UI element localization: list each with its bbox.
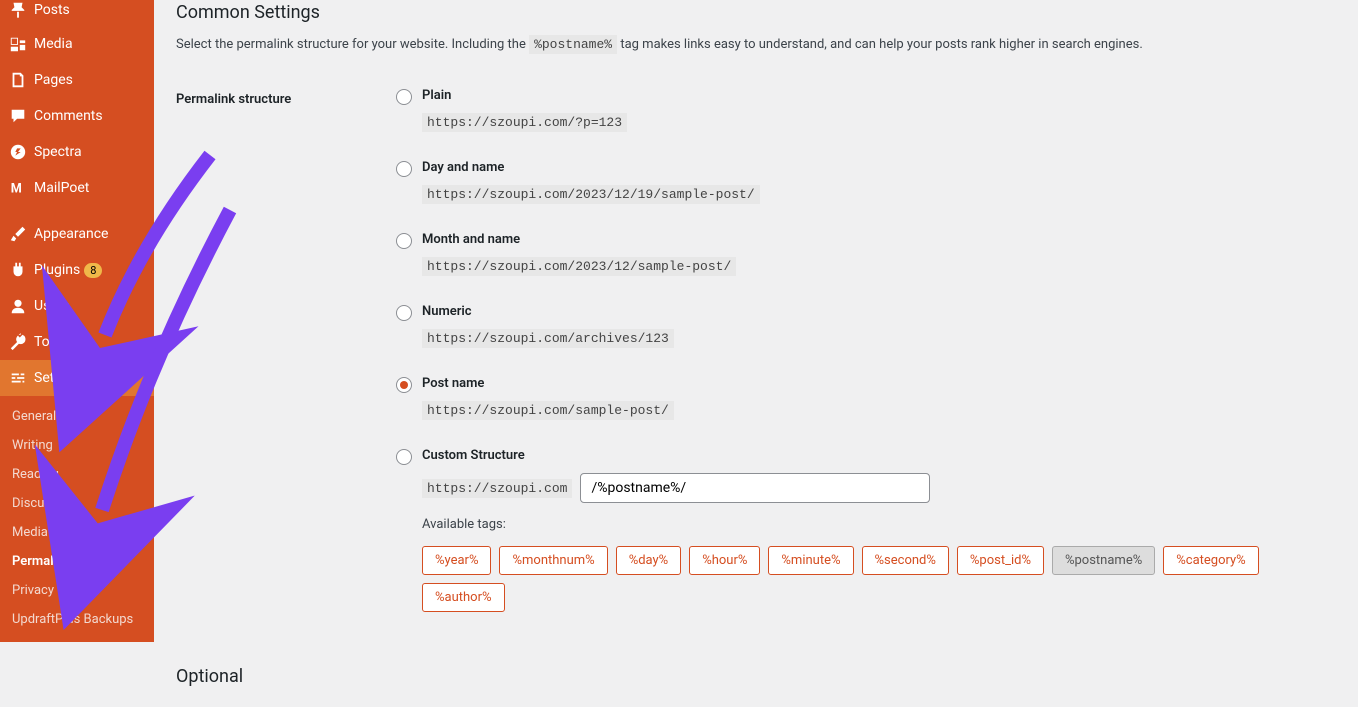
available-tags: %year% %monthnum% %day% %hour% %minute% … xyxy=(422,546,1338,612)
option-example: https://szoupi.com/archives/123 xyxy=(422,329,674,348)
wrench-icon xyxy=(8,332,28,352)
option-day-name[interactable]: Day and name https://szoupi.com/2023/12/… xyxy=(396,160,1338,204)
option-example: https://szoupi.com/2023/12/sample-post/ xyxy=(422,257,736,276)
menu-label: MailPoet xyxy=(34,180,89,196)
radio-post-name[interactable] xyxy=(396,377,412,393)
radio-plain[interactable] xyxy=(396,89,412,105)
option-example: https://szoupi.com/2023/12/19/sample-pos… xyxy=(422,185,760,204)
main-content: Common Settings Select the permalink str… xyxy=(176,0,1358,707)
sidebar-item-posts[interactable]: Posts xyxy=(0,0,154,26)
user-icon xyxy=(8,296,28,316)
menu-label: Spectra xyxy=(34,144,82,160)
option-title: Numeric xyxy=(422,304,1338,319)
sidebar-item-users[interactable]: Users xyxy=(0,288,154,324)
postname-tag: %postname% xyxy=(529,35,617,54)
settings-description: Select the permalink structure for your … xyxy=(176,37,1338,52)
tag-author[interactable]: %author% xyxy=(422,583,505,612)
custom-structure-input[interactable] xyxy=(580,473,930,503)
admin-sidebar: Posts Media Pages Comments Spectra M Mai… xyxy=(0,0,154,590)
menu-label: Comments xyxy=(34,108,103,124)
option-post-name[interactable]: Post name https://szoupi.com/sample-post… xyxy=(396,376,1338,420)
tag-postname[interactable]: %postname% xyxy=(1052,546,1155,575)
tag-post-id[interactable]: %post_id% xyxy=(957,546,1044,575)
sidebar-item-media[interactable]: Media xyxy=(0,26,154,62)
sliders-icon xyxy=(8,368,28,388)
pin-icon xyxy=(8,0,28,20)
option-example: https://szoupi.com/sample-post/ xyxy=(422,401,674,420)
common-settings-heading: Common Settings xyxy=(176,2,1338,23)
submenu-permalinks[interactable]: Permalinks xyxy=(0,548,154,577)
radio-month-name[interactable] xyxy=(396,233,412,249)
tag-day[interactable]: %day% xyxy=(616,546,682,575)
available-tags-label: Available tags: xyxy=(422,517,1338,532)
menu-label: Tools xyxy=(34,334,68,350)
svg-text:M: M xyxy=(11,182,22,197)
tag-minute[interactable]: %minute% xyxy=(768,546,853,575)
custom-prefix: https://szoupi.com xyxy=(422,479,572,498)
option-title: Month and name xyxy=(422,232,1338,247)
submenu-media[interactable]: Media xyxy=(0,519,154,548)
menu-label: Posts xyxy=(34,2,70,18)
sidebar-item-settings[interactable]: Settings xyxy=(0,360,154,396)
tag-year[interactable]: %year% xyxy=(422,546,491,575)
submenu-privacy[interactable]: Privacy xyxy=(0,577,154,606)
spectra-icon xyxy=(8,142,28,162)
radio-day-name[interactable] xyxy=(396,161,412,177)
option-plain[interactable]: Plain https://szoupi.com/?p=123 xyxy=(396,88,1338,132)
option-numeric[interactable]: Numeric https://szoupi.com/archives/123 xyxy=(396,304,1338,348)
tag-monthnum[interactable]: %monthnum% xyxy=(499,546,607,575)
mailpoet-icon: M xyxy=(8,178,28,198)
permalink-structure-label: Permalink structure xyxy=(176,88,396,107)
page-icon xyxy=(8,70,28,90)
sidebar-item-comments[interactable]: Comments xyxy=(0,98,154,134)
menu-label: Appearance xyxy=(34,226,108,242)
brush-icon xyxy=(8,224,28,244)
menu-label: Pages xyxy=(34,72,73,88)
submenu-updraft[interactable]: UpdraftPlus Backups xyxy=(0,606,154,635)
radio-custom[interactable] xyxy=(396,449,412,465)
sidebar-item-pages[interactable]: Pages xyxy=(0,62,154,98)
tag-second[interactable]: %second% xyxy=(862,546,949,575)
sidebar-item-spectra[interactable]: Spectra xyxy=(0,134,154,170)
option-title: Day and name xyxy=(422,160,1338,175)
settings-submenu: General Writing Reading Discussion Media… xyxy=(0,396,154,642)
sidebar-item-appearance[interactable]: Appearance xyxy=(0,216,154,252)
sidebar-item-tools[interactable]: Tools xyxy=(0,324,154,360)
option-title: Plain xyxy=(422,88,1338,103)
permalink-options: Plain https://szoupi.com/?p=123 Day and … xyxy=(396,88,1338,628)
sidebar-item-mailpoet[interactable]: M MailPoet xyxy=(0,170,154,206)
plugin-count-badge: 8 xyxy=(84,263,102,278)
option-custom[interactable]: Custom Structure https://szoupi.com Avai… xyxy=(396,448,1338,612)
plug-icon xyxy=(8,260,28,280)
tag-category[interactable]: %category% xyxy=(1163,546,1258,575)
option-title: Post name xyxy=(422,376,1338,391)
option-title: Custom Structure xyxy=(422,448,1338,463)
submenu-writing[interactable]: Writing xyxy=(0,432,154,461)
permalink-structure-row: Permalink structure Plain https://szoupi… xyxy=(176,88,1338,628)
comment-icon xyxy=(8,106,28,126)
radio-numeric[interactable] xyxy=(396,305,412,321)
menu-label: Users xyxy=(34,298,70,314)
option-example: https://szoupi.com/?p=123 xyxy=(422,113,627,132)
submenu-reading[interactable]: Reading xyxy=(0,461,154,490)
optional-heading: Optional xyxy=(176,666,1338,687)
menu-label: Media xyxy=(34,36,73,52)
submenu-discussion[interactable]: Discussion xyxy=(0,490,154,519)
media-icon xyxy=(8,34,28,54)
submenu-general[interactable]: General xyxy=(0,403,154,432)
menu-label: Settings xyxy=(34,370,85,386)
option-month-name[interactable]: Month and name https://szoupi.com/2023/1… xyxy=(396,232,1338,276)
tag-hour[interactable]: %hour% xyxy=(689,546,760,575)
menu-label: Plugins xyxy=(34,262,80,278)
sidebar-item-plugins[interactable]: Plugins 8 xyxy=(0,252,154,288)
